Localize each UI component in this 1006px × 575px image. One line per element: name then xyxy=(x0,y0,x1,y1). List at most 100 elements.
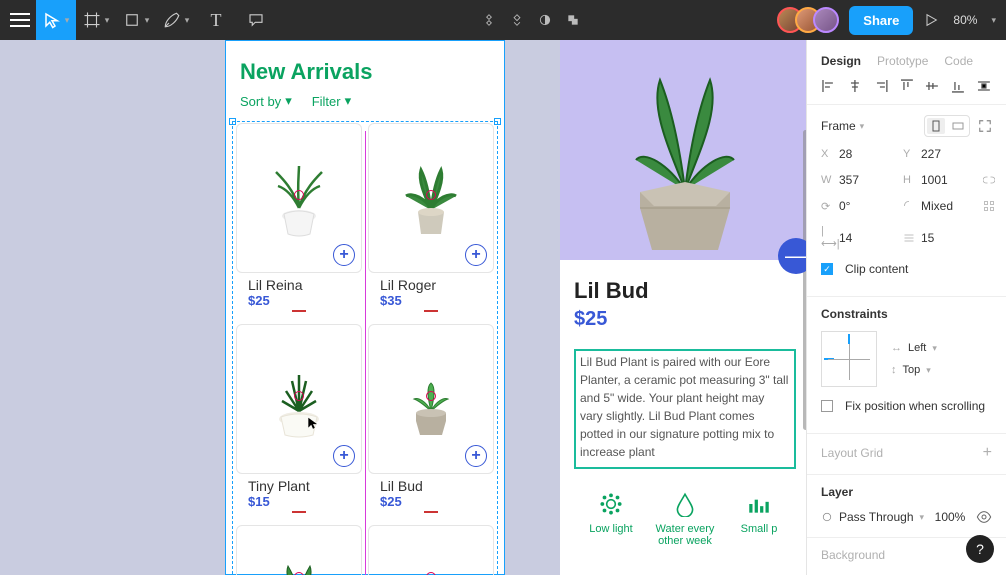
top-toolbar: ▾ ▾ ▾ ▾ T Share 8 xyxy=(0,0,1006,40)
share-button[interactable]: Share xyxy=(849,6,913,35)
constraints-widget[interactable] xyxy=(821,331,877,387)
sun-icon xyxy=(598,491,624,517)
y-input[interactable]: 227 xyxy=(921,147,977,161)
filter-button[interactable]: Filter ▾ xyxy=(312,93,351,109)
union-icon[interactable] xyxy=(566,13,580,27)
hero-image: — xyxy=(560,40,806,260)
layout-grid-title: Layout Grid xyxy=(821,446,883,460)
layer-title: Layer xyxy=(821,485,992,499)
orientation-landscape[interactable] xyxy=(949,118,967,134)
product-card[interactable] xyxy=(236,525,362,575)
align-hcenter-icon[interactable] xyxy=(847,78,863,94)
constraint-v-select[interactable]: ↕Top▾ xyxy=(891,364,937,376)
frame-dropdown[interactable]: Frame ▾ xyxy=(821,119,864,133)
zoom-level[interactable]: 80% xyxy=(953,13,977,27)
product-name: Lil Reina xyxy=(248,277,350,293)
add-button[interactable]: + xyxy=(465,244,487,266)
fix-label: Fix position when scrolling xyxy=(845,399,985,413)
text-tool[interactable]: T xyxy=(196,0,236,40)
add-button[interactable]: + xyxy=(333,445,355,467)
detail-price: $25 xyxy=(574,308,796,331)
pad-v-input[interactable]: 15 xyxy=(921,231,977,245)
pad-h-input[interactable]: 14 xyxy=(839,231,895,245)
shape-tool[interactable]: ▾ xyxy=(116,0,156,40)
add-button[interactable]: + xyxy=(333,244,355,266)
align-vcenter-icon[interactable] xyxy=(924,78,940,94)
play-icon[interactable] xyxy=(923,12,939,28)
cursor-icon xyxy=(306,416,320,430)
visibility-icon[interactable] xyxy=(976,509,992,525)
product-name: Tiny Plant xyxy=(248,478,350,494)
clip-checkbox[interactable]: ✓ xyxy=(821,263,833,275)
menu-icon[interactable] xyxy=(10,13,30,27)
detail-footer: Lil Bud Plant is highlight rated amongst… xyxy=(574,571,796,575)
align-bottom-icon[interactable] xyxy=(950,78,966,94)
avatar[interactable] xyxy=(813,7,839,33)
chevron-down-icon[interactable]: ▾ xyxy=(105,15,110,26)
product-card[interactable]: + xyxy=(236,324,362,474)
sort-button[interactable]: Sort by ▾ xyxy=(240,93,292,109)
fab-add-button[interactable]: — xyxy=(778,238,806,274)
scrollbar[interactable] xyxy=(803,130,806,430)
drop-icon xyxy=(672,491,698,517)
align-left-icon[interactable] xyxy=(821,78,837,94)
link-icon[interactable] xyxy=(983,174,995,186)
align-right-icon[interactable] xyxy=(873,78,889,94)
feature-label: Small p xyxy=(741,523,778,535)
product-card[interactable]: + xyxy=(368,123,494,273)
fix-position-checkbox[interactable] xyxy=(821,400,833,412)
rotation-input[interactable]: 0° xyxy=(839,199,895,213)
product-price: $25 xyxy=(380,494,482,509)
tab-code[interactable]: Code xyxy=(944,54,973,68)
detail-description[interactable]: Lil Bud Plant is paired with our Eore Pl… xyxy=(574,349,796,469)
corners-icon[interactable] xyxy=(983,200,995,212)
product-name: Lil Roger xyxy=(380,277,482,293)
product-price: $15 xyxy=(248,494,350,509)
h-input[interactable]: 1001 xyxy=(921,173,977,187)
x-input[interactable]: 28 xyxy=(839,147,895,161)
w-input[interactable]: 357 xyxy=(839,173,895,187)
pen-tool[interactable]: ▾ xyxy=(156,0,196,40)
tab-design[interactable]: Design xyxy=(821,54,861,68)
resize-fit-icon[interactable] xyxy=(978,119,992,133)
clip-label: Clip content xyxy=(845,262,908,276)
frame-tool[interactable]: ▾ xyxy=(76,0,116,40)
add-button[interactable]: + xyxy=(465,445,487,467)
product-card[interactable] xyxy=(368,525,494,575)
product-price: $35 xyxy=(380,293,482,308)
feature-label: Low light xyxy=(589,523,632,535)
product-card[interactable]: + xyxy=(368,324,494,474)
opacity-input[interactable]: 100% xyxy=(935,510,966,524)
artboard-list[interactable]: New Arrivals Sort by ▾ Filter ▾ xyxy=(225,40,505,575)
properties-panel: Design Prototype Code Frame ▾ xyxy=(806,40,1006,575)
detail-title: Lil Bud xyxy=(574,278,796,304)
page-title: New Arrivals xyxy=(226,41,504,93)
blend-mode-select[interactable]: Pass Through▾ xyxy=(821,510,924,524)
add-grid-button[interactable]: + xyxy=(983,444,992,462)
radius-input[interactable]: Mixed xyxy=(921,199,977,213)
help-button[interactable]: ? xyxy=(966,535,994,563)
feature-label: Water every other week xyxy=(650,523,720,547)
chevron-down-icon[interactable]: ▾ xyxy=(991,15,996,26)
mask-icon[interactable] xyxy=(510,13,524,27)
tab-prototype[interactable]: Prototype xyxy=(877,54,928,68)
constraint-h-select[interactable]: ↔Left▾ xyxy=(891,342,937,354)
comment-tool[interactable] xyxy=(236,0,276,40)
artboard-detail[interactable]: — Lil Bud $25 Lil Bud Plant is paired wi… xyxy=(560,40,806,575)
component-icon[interactable] xyxy=(482,13,496,27)
chevron-down-icon[interactable]: ▾ xyxy=(145,15,150,26)
move-tool[interactable]: ▾ xyxy=(36,0,76,40)
align-top-icon[interactable] xyxy=(899,78,915,94)
product-name: Lil Bud xyxy=(380,478,482,494)
constraints-title: Constraints xyxy=(821,307,992,321)
chevron-down-icon[interactable]: ▾ xyxy=(65,15,70,26)
background-title: Background xyxy=(821,548,885,562)
canvas[interactable]: New Arrivals Sort by ▾ Filter ▾ xyxy=(0,40,806,575)
chevron-down-icon[interactable]: ▾ xyxy=(185,15,190,26)
orientation-portrait[interactable] xyxy=(927,118,945,134)
product-price: $25 xyxy=(248,293,350,308)
product-card[interactable]: + xyxy=(236,123,362,273)
boolean-icon[interactable] xyxy=(538,13,552,27)
bars-icon xyxy=(746,491,772,517)
distribute-icon[interactable] xyxy=(976,78,992,94)
